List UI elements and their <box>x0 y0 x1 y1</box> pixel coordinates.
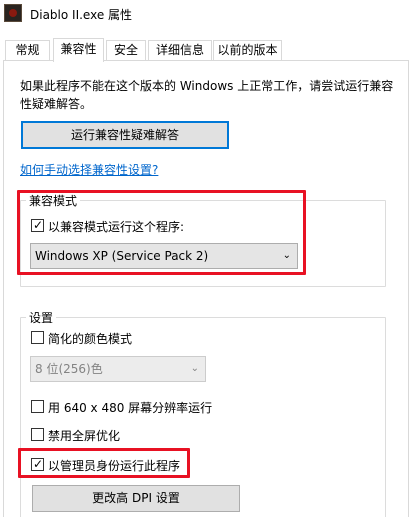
window-title: Diablo II.exe 属性 <box>30 8 133 22</box>
tab-general[interactable]: 常规 <box>5 40 50 61</box>
chevron-down-icon: ⌄ <box>190 363 199 374</box>
tab-previous-versions[interactable]: 以前的版本 <box>213 40 282 61</box>
title-bar: Diablo II.exe 属性 <box>0 0 412 31</box>
tab-compatibility[interactable]: 兼容性 <box>53 38 104 62</box>
reduced-color-label: 简化的颜色模式 <box>48 332 133 346</box>
intro-text: 如果此程序不能在这个版本的 Windows 上正常工作，请尝试运行兼容性疑难解答… <box>20 79 394 111</box>
tab-strip: 常规 兼容性 安全 详细信息 以前的版本 <box>0 38 412 62</box>
settings-group-label: 设置 <box>26 309 57 326</box>
manual-settings-link[interactable]: 如何手动选择兼容性设置? <box>20 161 158 178</box>
change-dpi-button[interactable]: 更改高 DPI 设置 <box>32 485 240 512</box>
diablo-app-icon <box>4 4 22 22</box>
disable-fullscreen-checkbox[interactable] <box>31 428 44 441</box>
highlight-box-compat-mode <box>17 190 306 275</box>
tab-details[interactable]: 详细信息 <box>148 40 212 61</box>
run-troubleshooter-button[interactable]: 运行兼容性疑难解答 <box>21 121 229 149</box>
highlight-box-run-as-admin <box>18 448 190 478</box>
disable-fullscreen-label: 禁用全屏优化 <box>48 429 121 443</box>
res-640-label: 用 640 x 480 屏幕分辨率运行 <box>48 401 213 415</box>
res-640-checkbox[interactable] <box>31 400 44 413</box>
color-mode-select[interactable]: 8 位(256)色 ⌄ <box>30 356 206 382</box>
color-mode-select-value: 8 位(256)色 <box>35 362 103 376</box>
tab-security[interactable]: 安全 <box>106 40 146 61</box>
reduced-color-checkbox[interactable] <box>31 331 44 344</box>
